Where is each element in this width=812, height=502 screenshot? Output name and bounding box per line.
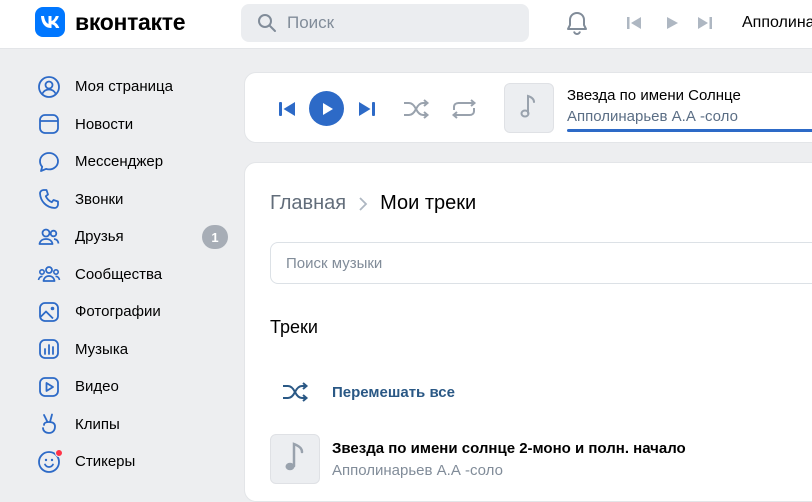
shuffle-icon[interactable] <box>401 95 431 123</box>
friends-count-badge: 1 <box>202 225 228 249</box>
video-icon <box>37 375 61 399</box>
play-button[interactable] <box>309 91 344 126</box>
search-icon <box>257 13 277 33</box>
sidebar-item-label: Клипы <box>75 415 120 433</box>
phone-icon <box>37 187 61 211</box>
top-header: вконтакте Апполинарьев <box>0 0 812 49</box>
playback-progress-bar[interactable] <box>567 129 812 132</box>
track-artist[interactable]: Апполинарьев А.А -соло <box>332 462 686 479</box>
chevron-right-icon <box>358 196 368 211</box>
track-cover[interactable] <box>270 434 320 484</box>
sidebar-item-label: Видео <box>75 378 119 396</box>
music-search[interactable] <box>270 242 812 284</box>
sidebar-item-video[interactable]: Видео <box>37 368 237 406</box>
message-icon <box>37 150 61 174</box>
sidebar-item-friends[interactable]: Друзья 1 <box>37 218 237 256</box>
tracks-section-title: Треки <box>270 317 318 337</box>
music-icon <box>37 337 61 361</box>
sidebar-item-label: Фотографии <box>75 303 161 321</box>
music-search-input[interactable] <box>286 254 686 272</box>
music-page: Главная Мои треки Треки Перемешать все З… <box>244 162 812 502</box>
global-search[interactable] <box>241 4 529 42</box>
audio-player: Звезда по имени Солнце Апполинарьев А.А … <box>244 72 812 143</box>
sidebar-item-label: Друзья <box>75 228 124 246</box>
music-note-icon <box>284 441 306 478</box>
communities-icon <box>37 262 61 286</box>
left-sidebar: Моя страница Новости Мессенджер Звонки Д… <box>37 68 237 481</box>
shuffle-all-button[interactable]: Перемешать все <box>270 377 455 407</box>
stickers-icon <box>37 448 63 474</box>
play-icon[interactable] <box>662 10 682 36</box>
shuffle-all-label: Перемешать все <box>332 383 455 401</box>
next-track-button[interactable] <box>355 97 379 121</box>
sidebar-item-label: Новости <box>75 115 134 133</box>
clips-icon <box>37 412 61 436</box>
breadcrumb: Главная Мои треки <box>270 192 476 215</box>
shuffle-icon <box>270 381 320 403</box>
sidebar-item-music[interactable]: Музыка <box>37 331 237 369</box>
vk-logo[interactable]: вконтакте <box>35 7 186 37</box>
sidebar-item-clips[interactable]: Клипы <box>37 406 237 444</box>
notification-dot <box>55 448 63 457</box>
sidebar-item-stickers[interactable]: Стикеры <box>37 443 237 481</box>
user-circle-icon <box>37 75 61 99</box>
sidebar-item-label: Музыка <box>75 340 129 358</box>
sidebar-item-photos[interactable]: Фотографии <box>37 293 237 331</box>
previous-track-icon[interactable] <box>624 10 644 36</box>
logo-text: вконтакте <box>75 8 186 35</box>
now-playing-artist[interactable]: Апполинарьев А.А -соло <box>567 108 738 125</box>
vk-logo-icon <box>35 7 65 37</box>
newsfeed-icon <box>37 112 61 136</box>
breadcrumb-current: Мои треки <box>380 192 477 214</box>
track-row[interactable]: Звезда по имени солнце 2-моно и полн. на… <box>270 434 686 484</box>
repeat-icon[interactable] <box>449 95 479 123</box>
bell-icon[interactable] <box>564 10 590 36</box>
next-track-icon[interactable] <box>695 10 715 36</box>
photo-icon <box>37 300 61 324</box>
sidebar-item-news[interactable]: Новости <box>37 106 237 144</box>
sidebar-item-messenger[interactable]: Мессенджер <box>37 143 237 181</box>
music-note-icon <box>520 93 538 124</box>
track-title: Звезда по имени солнце 2-моно и полн. на… <box>332 439 686 457</box>
previous-track-button[interactable] <box>275 97 299 121</box>
search-input[interactable] <box>287 13 507 33</box>
sidebar-item-calls[interactable]: Звонки <box>37 181 237 219</box>
sidebar-item-label: Звонки <box>75 190 124 208</box>
sidebar-item-label: Сообщества <box>75 265 163 283</box>
breadcrumb-home[interactable]: Главная <box>270 192 346 215</box>
now-playing-title[interactable]: Звезда по имени Солнце <box>567 87 741 104</box>
friends-icon <box>37 225 61 249</box>
track-cover <box>504 83 554 133</box>
sidebar-item-label: Стикеры <box>75 453 136 471</box>
sidebar-item-label: Моя страница <box>75 78 173 96</box>
sidebar-item-my-page[interactable]: Моя страница <box>37 68 237 106</box>
sidebar-item-label: Мессенджер <box>75 153 164 171</box>
header-user-name[interactable]: Апполинарьев <box>742 14 812 32</box>
sidebar-item-communities[interactable]: Сообщества <box>37 256 237 294</box>
